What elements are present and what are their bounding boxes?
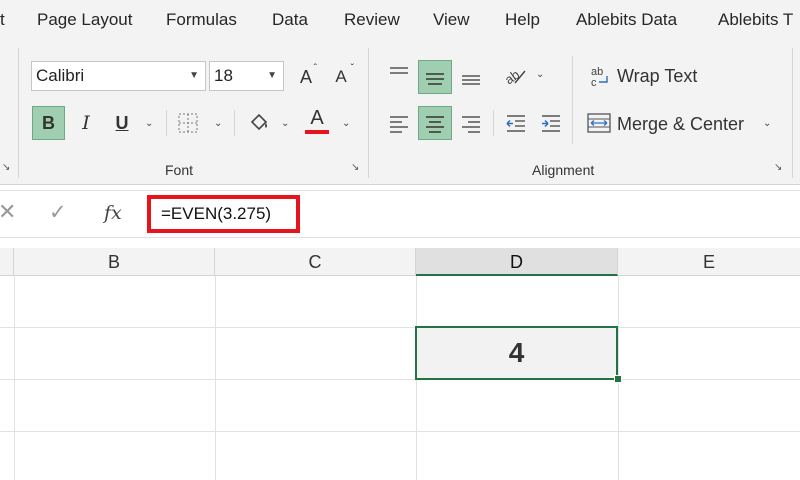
font-name-combo[interactable]: Calibri ▼	[31, 61, 206, 91]
increase-indent-icon	[542, 115, 560, 132]
font-size-value: 18	[214, 66, 233, 85]
formula-input[interactable]: =EVEN(3.275)	[147, 195, 300, 233]
align-center-button[interactable]	[418, 106, 452, 140]
caret-up-icon: ˆ	[313, 63, 317, 74]
column-header-a[interactable]	[0, 248, 14, 276]
align-right-icon	[462, 116, 480, 133]
grow-font-label: A	[299, 66, 312, 87]
alignment-group-label: Alignment	[532, 162, 595, 178]
align-left-button[interactable]	[384, 108, 414, 138]
menu-help[interactable]: Help	[505, 10, 540, 30]
chevron-down-icon[interactable]: ⌄	[214, 118, 222, 129]
borders-icon	[178, 113, 198, 133]
font-group-label: Font	[165, 162, 194, 178]
orientation-button[interactable]: ab	[500, 62, 530, 90]
decrease-indent-icon	[506, 115, 525, 132]
fill-handle[interactable]	[614, 375, 622, 383]
worksheet-grid	[0, 248, 800, 480]
wrap-text-icon: ab c	[591, 66, 608, 88]
menu-bar: t Page Layout Formulas Data Review View …	[0, 0, 800, 42]
gridline	[14, 276, 15, 480]
chevron-down-icon[interactable]: ⌄	[342, 118, 350, 129]
group-separator	[792, 48, 793, 178]
menu-page-layout[interactable]: Page Layout	[37, 10, 132, 30]
formula-text: =EVEN(3.275)	[161, 204, 272, 223]
shrink-font-label: A	[335, 67, 347, 86]
align-middle-icon	[426, 73, 444, 85]
underline-label: U	[115, 112, 129, 133]
fill-color-button[interactable]	[243, 106, 275, 138]
chevron-down-icon[interactable]: ⌄	[536, 69, 544, 80]
align-bottom-icon	[462, 75, 480, 85]
column-header-b[interactable]: B	[14, 248, 215, 276]
menu-view[interactable]: View	[433, 10, 470, 30]
merge-center-button[interactable]: Merge & Center	[617, 114, 744, 135]
ribbon: ↘ Calibri ▼ 18 ▼ A ˆ A ˇ B I U ⌄ ⌄ ⌄ A ⌄…	[0, 42, 800, 185]
bold-button[interactable]: B	[32, 106, 65, 140]
group-separator	[368, 48, 369, 178]
menu-ablebits-data[interactable]: Ablebits Data	[576, 10, 677, 30]
gridline	[0, 379, 800, 380]
menu-formulas[interactable]: Formulas	[166, 10, 237, 30]
close-icon[interactable]: ✕	[0, 199, 16, 225]
merge-center-icon	[587, 113, 611, 133]
font-color-swatch	[305, 130, 329, 134]
active-cell-d[interactable]: 4	[415, 326, 618, 380]
chevron-down-icon[interactable]: ⌄	[145, 118, 153, 129]
align-center-icon	[426, 116, 444, 133]
font-color-label: A	[310, 107, 324, 129]
divider	[493, 110, 494, 136]
grow-font-button[interactable]: A ˆ	[294, 63, 318, 90]
group-separator	[18, 48, 19, 178]
gridline	[0, 431, 800, 432]
menu-data[interactable]: Data	[272, 10, 308, 30]
gridline	[0, 327, 800, 328]
increase-indent-button[interactable]	[537, 108, 565, 138]
font-color-button[interactable]: A	[303, 106, 331, 136]
font-name-value: Calibri	[36, 66, 85, 85]
bold-label: B	[42, 112, 55, 133]
align-right-button[interactable]	[456, 108, 486, 138]
menu-review[interactable]: Review	[344, 10, 400, 30]
menu-home-partial[interactable]: t	[0, 10, 5, 30]
italic-button[interactable]: I	[72, 108, 100, 138]
shrink-font-button[interactable]: A ˇ	[328, 63, 354, 90]
decrease-indent-button[interactable]	[502, 108, 530, 138]
menu-ablebits-tools[interactable]: Ablebits T	[718, 10, 793, 30]
svg-text:c: c	[591, 77, 597, 88]
divider	[234, 110, 235, 136]
column-header-c[interactable]: C	[215, 248, 416, 276]
cell-value: 4	[508, 337, 525, 368]
gridline	[215, 276, 216, 480]
font-size-combo[interactable]: 18 ▼	[209, 61, 284, 91]
wrap-text-button[interactable]: Wrap Text	[617, 66, 697, 87]
align-top-icon	[390, 67, 408, 74]
column-header-e[interactable]: E	[618, 248, 800, 276]
text-orientation-icon: ab	[503, 67, 526, 87]
formula-bar: ✕ ✓ fx =EVEN(3.275)	[0, 190, 800, 238]
check-icon[interactable]: ✓	[49, 200, 67, 225]
align-left-icon	[390, 116, 408, 133]
caret-down-icon: ˇ	[350, 63, 354, 74]
align-bottom-button[interactable]	[456, 60, 486, 90]
chevron-down-icon: ▼	[267, 70, 277, 81]
column-header-d[interactable]: D	[416, 248, 618, 276]
align-middle-button[interactable]	[418, 60, 452, 94]
merge-center-icon-wrap[interactable]	[586, 110, 612, 136]
divider	[572, 56, 573, 144]
underline-button[interactable]: U	[108, 108, 136, 138]
align-top-button[interactable]	[384, 60, 414, 90]
chevron-down-icon: ▼	[189, 70, 199, 81]
divider	[166, 110, 167, 136]
font-dialog-launcher-icon[interactable]: ↘	[351, 162, 359, 173]
clipboard-launcher-icon[interactable]: ↘	[2, 162, 10, 173]
chevron-down-icon[interactable]: ⌄	[763, 118, 771, 129]
wrap-text-icon-wrap[interactable]: ab c	[588, 62, 614, 90]
fx-icon[interactable]: fx	[104, 202, 122, 224]
italic-label: I	[82, 112, 90, 134]
chevron-down-icon[interactable]: ⌄	[281, 118, 289, 129]
paint-bucket-icon	[250, 113, 268, 131]
alignment-dialog-launcher-icon[interactable]: ↘	[774, 162, 782, 173]
borders-button[interactable]	[175, 109, 201, 137]
